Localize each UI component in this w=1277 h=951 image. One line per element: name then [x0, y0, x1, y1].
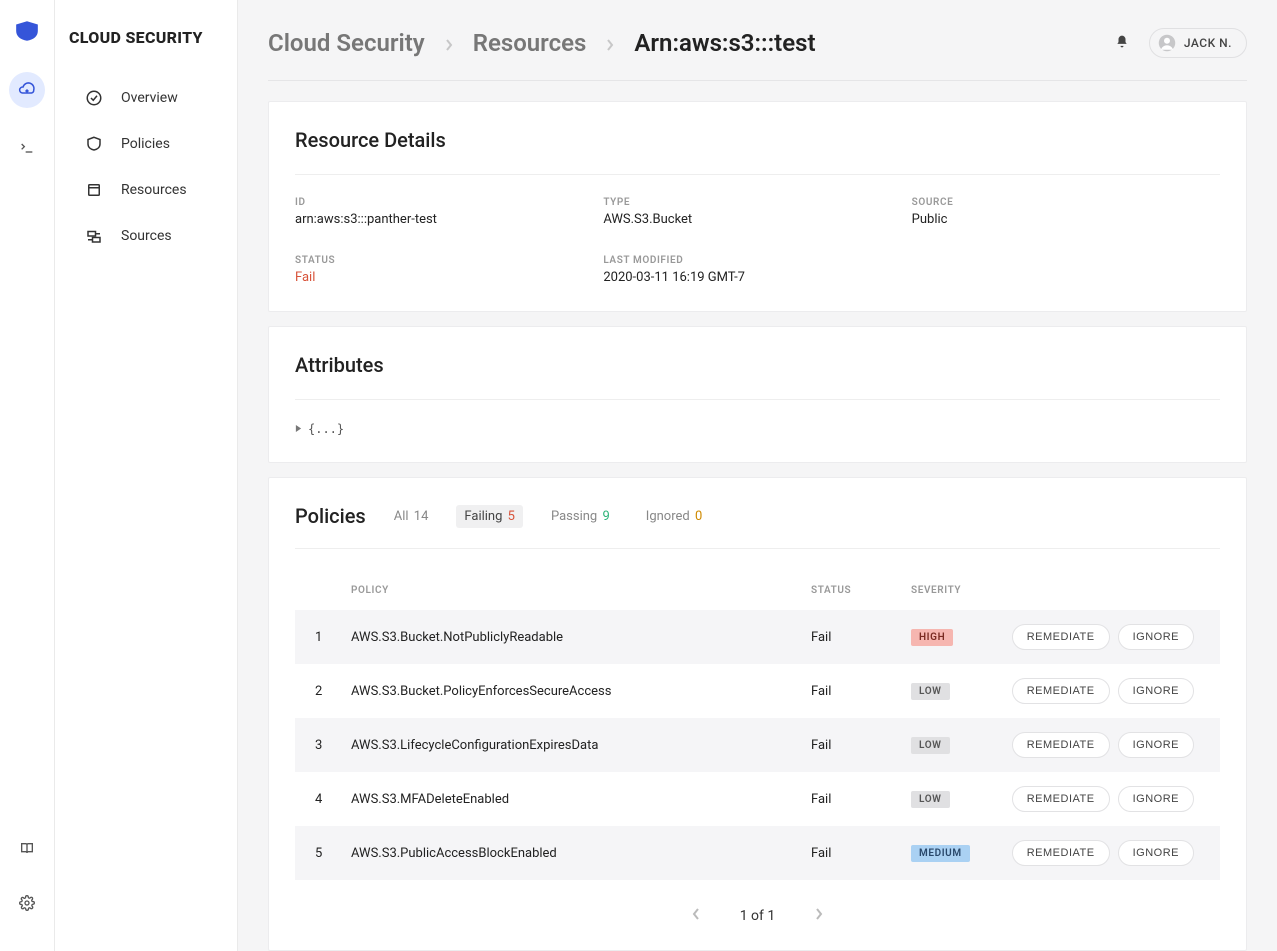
detail-type-value: AWS.S3.Bucket — [603, 212, 911, 227]
row-policy: AWS.S3.Bucket.PolicyEnforcesSecureAccess — [345, 664, 805, 718]
topbar: Cloud Security Resources Arn:aws:s3:::te… — [268, 28, 1247, 81]
remediate-button[interactable]: REMEDIATE — [1012, 786, 1110, 812]
page-next[interactable] — [815, 908, 823, 924]
ignore-button[interactable]: IGNORE — [1118, 624, 1194, 650]
row-severity: LOW — [905, 772, 1005, 826]
resource-details-card: Resource Details ID arn:aws:s3:::panther… — [268, 101, 1247, 312]
user-menu[interactable]: JACK N. — [1149, 28, 1247, 58]
filter-all[interactable]: All 14 — [386, 505, 437, 528]
remediate-button[interactable]: REMEDIATE — [1012, 840, 1110, 866]
row-severity: MEDIUM — [905, 826, 1005, 880]
detail-type-label: TYPE — [603, 197, 911, 208]
ignore-button[interactable]: IGNORE — [1118, 732, 1194, 758]
ignore-button[interactable]: IGNORE — [1118, 786, 1194, 812]
th-policy: POLICY — [345, 571, 805, 610]
detail-modified-label: LAST MODIFIED — [603, 255, 911, 266]
chevron-right-icon — [445, 29, 453, 57]
page-indicator: 1 of 1 — [740, 908, 776, 924]
json-placeholder: {...} — [308, 422, 344, 436]
detail-modified-value: 2020-03-11 16:19 GMT-7 — [603, 270, 911, 285]
row-severity: HIGH — [905, 610, 1005, 664]
row-status: Fail — [805, 718, 905, 772]
sidebar-item-policies[interactable]: Policies — [55, 121, 237, 167]
sidebar-item-label: Resources — [121, 182, 187, 198]
pagination: 1 of 1 — [295, 880, 1220, 924]
row-severity: LOW — [905, 664, 1005, 718]
sidebar-title: CLOUD SECURITY — [55, 28, 237, 47]
brand-logo-icon — [14, 18, 40, 44]
attributes-card: Attributes {...} — [268, 326, 1247, 463]
sidebar-item-label: Sources — [121, 228, 172, 244]
th-status: STATUS — [805, 571, 905, 610]
sidebar: CLOUD SECURITY Overview Policies Resourc… — [55, 0, 238, 951]
detail-status-value: Fail — [295, 270, 603, 285]
th-severity: SEVERITY — [905, 571, 1005, 610]
avatar-icon — [1158, 34, 1176, 52]
row-status: Fail — [805, 826, 905, 880]
row-index: 3 — [295, 718, 345, 772]
sources-icon — [85, 227, 103, 245]
filter-passing[interactable]: Passing 9 — [543, 505, 618, 528]
remediate-button[interactable]: REMEDIATE — [1012, 678, 1110, 704]
detail-status-label: STATUS — [295, 255, 603, 266]
rail-cloud-security-icon[interactable] — [9, 72, 45, 108]
row-severity: LOW — [905, 718, 1005, 772]
json-expand-toggle[interactable]: {...} — [295, 422, 1220, 436]
row-index: 4 — [295, 772, 345, 826]
attributes-title: Attributes — [295, 353, 1220, 377]
left-rail — [0, 0, 55, 951]
policies-table: POLICY STATUS SEVERITY 1AWS.S3.Bucket.No… — [295, 571, 1220, 880]
page-prev[interactable] — [692, 908, 700, 924]
row-policy: AWS.S3.Bucket.NotPubliclyReadable — [345, 610, 805, 664]
rail-docs-icon[interactable] — [9, 831, 45, 867]
resource-details-title: Resource Details — [295, 128, 1220, 152]
sidebar-item-overview[interactable]: Overview — [55, 75, 237, 121]
row-status: Fail — [805, 772, 905, 826]
row-policy: AWS.S3.PublicAccessBlockEnabled — [345, 826, 805, 880]
detail-id-value: arn:aws:s3:::panther-test — [295, 212, 603, 227]
policies-title: Policies — [295, 504, 366, 528]
row-index: 5 — [295, 826, 345, 880]
notifications-icon[interactable] — [1115, 34, 1129, 53]
triangle-right-icon — [295, 422, 302, 436]
sidebar-item-label: Overview — [121, 90, 178, 106]
rail-settings-icon[interactable] — [9, 885, 45, 921]
main-content: Cloud Security Resources Arn:aws:s3:::te… — [238, 0, 1277, 951]
table-row[interactable]: 3AWS.S3.LifecycleConfigurationExpiresDat… — [295, 718, 1220, 772]
shield-icon — [85, 135, 103, 153]
resource-icon — [85, 181, 103, 199]
sidebar-item-resources[interactable]: Resources — [55, 167, 237, 213]
sidebar-item-label: Policies — [121, 136, 170, 152]
detail-id-label: ID — [295, 197, 603, 208]
row-status: Fail — [805, 610, 905, 664]
sidebar-item-sources[interactable]: Sources — [55, 213, 237, 259]
overview-icon — [85, 89, 103, 107]
user-name: JACK N. — [1184, 36, 1232, 50]
table-row[interactable]: 5AWS.S3.PublicAccessBlockEnabledFailMEDI… — [295, 826, 1220, 880]
ignore-button[interactable]: IGNORE — [1118, 678, 1194, 704]
remediate-button[interactable]: REMEDIATE — [1012, 624, 1110, 650]
breadcrumb-link[interactable]: Cloud Security — [268, 29, 425, 57]
row-status: Fail — [805, 664, 905, 718]
policies-card: Policies All 14 Failing 5 Passing 9 Igno… — [268, 477, 1247, 951]
filter-failing[interactable]: Failing 5 — [456, 505, 523, 528]
table-row[interactable]: 1AWS.S3.Bucket.NotPubliclyReadableFailHI… — [295, 610, 1220, 664]
breadcrumb-current: Arn:aws:s3:::test — [634, 29, 815, 57]
row-policy: AWS.S3.MFADeleteEnabled — [345, 772, 805, 826]
ignore-button[interactable]: IGNORE — [1118, 840, 1194, 866]
row-index: 2 — [295, 664, 345, 718]
table-row[interactable]: 2AWS.S3.Bucket.PolicyEnforcesSecureAcces… — [295, 664, 1220, 718]
row-index: 1 — [295, 610, 345, 664]
breadcrumb-link[interactable]: Resources — [473, 29, 587, 57]
remediate-button[interactable]: REMEDIATE — [1012, 732, 1110, 758]
detail-source-label: SOURCE — [912, 197, 1220, 208]
detail-source-value: Public — [912, 212, 1220, 227]
filter-ignored[interactable]: Ignored 0 — [638, 505, 711, 528]
rail-queries-icon[interactable] — [9, 130, 45, 166]
row-policy: AWS.S3.LifecycleConfigurationExpiresData — [345, 718, 805, 772]
table-row[interactable]: 4AWS.S3.MFADeleteEnabledFailLOW REMEDIATE… — [295, 772, 1220, 826]
chevron-right-icon — [606, 29, 614, 57]
breadcrumb: Cloud Security Resources Arn:aws:s3:::te… — [268, 29, 816, 57]
